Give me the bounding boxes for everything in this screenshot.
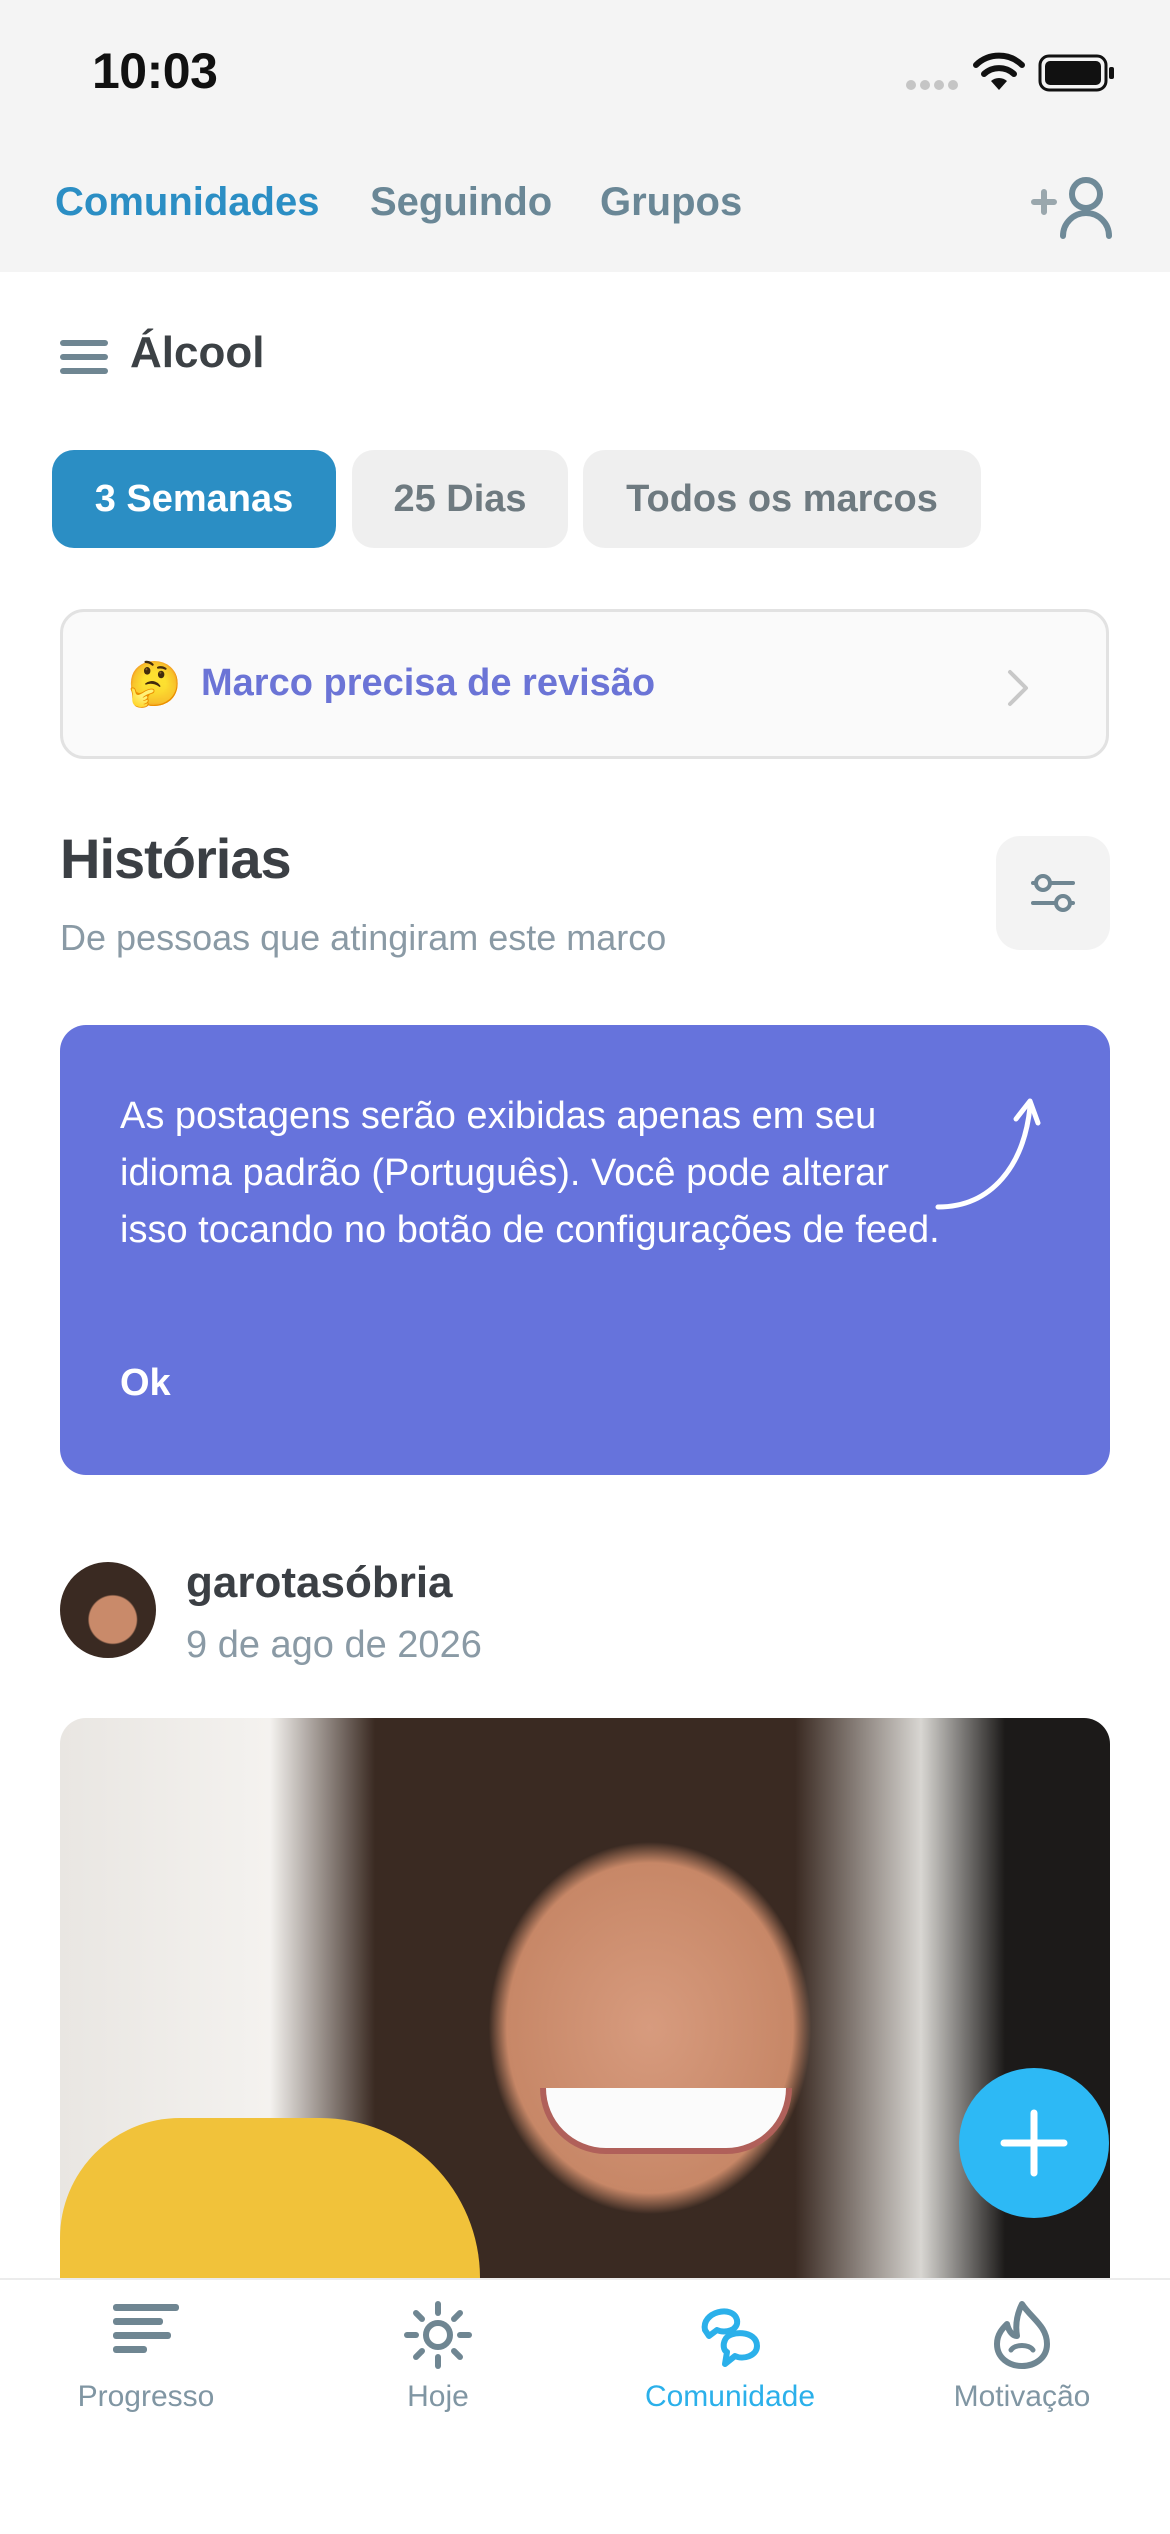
- tab-comunidades[interactable]: Comunidades: [55, 180, 319, 225]
- avatar[interactable]: [60, 1562, 156, 1658]
- chevron-right-icon: [1008, 670, 1028, 706]
- feed-settings-button[interactable]: [996, 836, 1110, 950]
- category-title: Álcool: [130, 328, 265, 377]
- bottom-navigation: Progresso Hoje Comunidade Motivação: [0, 2278, 1170, 2534]
- ok-button[interactable]: Ok: [120, 1362, 171, 1405]
- flame-icon: [994, 2301, 1050, 2369]
- post-date: 9 de ago de 2026: [186, 1624, 482, 1666]
- tab-grupos[interactable]: Grupos: [600, 180, 742, 225]
- nav-comunidade[interactable]: Comunidade: [584, 2280, 876, 2480]
- nav-progresso-label: Progresso: [77, 2380, 215, 2413]
- progress-bars-icon: [113, 2304, 179, 2353]
- nav-progresso[interactable]: Progresso: [0, 2280, 292, 2480]
- photo-shirt-shape: [60, 2118, 480, 2288]
- nav-hoje-label: Hoje: [407, 2380, 469, 2413]
- nav-hoje[interactable]: Hoje: [292, 2280, 584, 2480]
- add-person-icon[interactable]: [1030, 174, 1120, 242]
- community-chat-icon: [701, 2308, 760, 2367]
- nav-comunidade-label: Comunidade: [644, 2380, 816, 2413]
- cellular-signal-icon: [906, 80, 958, 90]
- nav-motivacao[interactable]: Motivação: [876, 2280, 1168, 2480]
- chip-25-dias[interactable]: 25 Dias: [352, 450, 568, 548]
- post-photo[interactable]: [60, 1718, 1110, 2288]
- nav-motivacao-label: Motivação: [953, 2380, 1091, 2413]
- chip-todos-os-marcos[interactable]: Todos os marcos: [583, 450, 981, 548]
- tab-seguindo[interactable]: Seguindo: [370, 180, 552, 225]
- plus-icon: [1000, 2109, 1068, 2177]
- stories-title: Histórias: [60, 827, 292, 890]
- hamburger-menu-icon[interactable]: [60, 340, 108, 374]
- new-post-button[interactable]: [959, 2068, 1109, 2218]
- status-time: 10:03: [92, 43, 218, 99]
- info-card-text: As postagens serão exibidas apenas em se…: [120, 1095, 940, 1251]
- wifi-icon: [973, 52, 1025, 90]
- review-label: Marco precisa de revisão: [201, 662, 656, 704]
- post-username[interactable]: garotasóbria: [186, 1558, 453, 1608]
- thinking-face-icon: 🤔: [127, 660, 182, 709]
- sliders-icon: [1031, 874, 1075, 912]
- chip-3-semanas[interactable]: 3 Semanas: [52, 450, 336, 548]
- top-bar: 10:03 Comunidades Seguindo Grupos: [0, 0, 1170, 272]
- battery-icon: [1038, 54, 1114, 92]
- sun-icon: [404, 2301, 472, 2369]
- photo-smile-shape: [540, 2088, 792, 2154]
- curved-arrow-icon: [935, 1098, 1041, 1210]
- milestone-review-banner[interactable]: 🤔 Marco precisa de revisão: [60, 609, 1109, 759]
- feed-language-info-card: As postagens serão exibidas apenas em se…: [60, 1025, 1110, 1475]
- stories-subtitle: De pessoas que atingiram este marco: [60, 917, 667, 958]
